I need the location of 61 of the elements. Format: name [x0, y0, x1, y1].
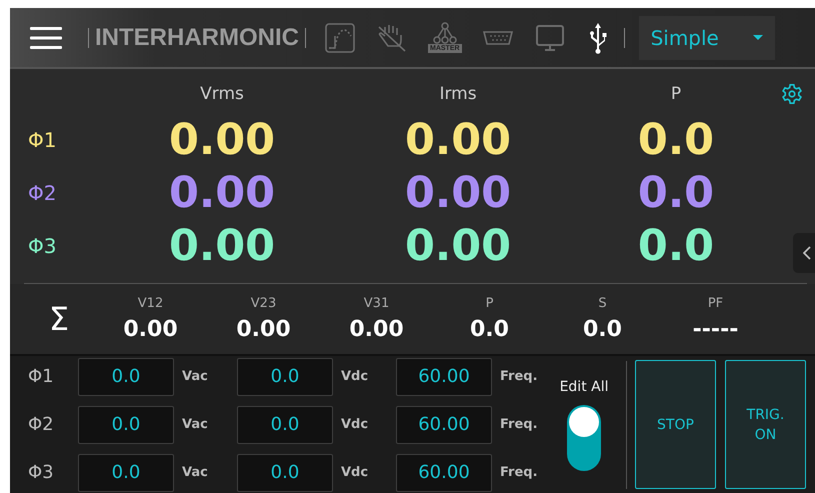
- value-field[interactable]: 60.00: [396, 406, 492, 444]
- toggle-switch[interactable]: [567, 404, 602, 470]
- reading-value: 0.00: [404, 114, 512, 166]
- summary-value: 0.00: [123, 317, 178, 342]
- reading-value: 0.0: [636, 220, 716, 272]
- phase-label: Φ2: [27, 414, 55, 435]
- summary-label: V31: [364, 296, 390, 311]
- reading-value: 0.00: [168, 114, 276, 166]
- value-field[interactable]: 0.0: [237, 406, 333, 444]
- summary-value: 0.0: [583, 317, 622, 342]
- value-field[interactable]: 0.0: [78, 358, 174, 396]
- reading-value: 0.00: [404, 166, 512, 218]
- unit-label: Vdc: [340, 465, 370, 480]
- phase-label: Φ3: [27, 234, 58, 258]
- action-button[interactable]: STOP: [635, 360, 716, 489]
- settings-icon[interactable]: [781, 83, 803, 105]
- summary-value: 0.0: [470, 317, 509, 342]
- summary-value: -----: [692, 317, 738, 342]
- sigma-symbol: Σ: [48, 300, 70, 338]
- side-panel-tab[interactable]: [793, 233, 815, 273]
- value-field[interactable]: 0.0: [78, 454, 174, 492]
- column-header: P: [670, 84, 682, 104]
- unit-label: Freq.: [499, 465, 539, 480]
- summary-label: P: [486, 296, 494, 311]
- phase-label: Φ1: [27, 128, 58, 152]
- phase-label: Φ3: [27, 462, 55, 483]
- phase-label: Φ1: [27, 366, 55, 387]
- phase-label: Φ2: [27, 180, 58, 204]
- summary-label: V12: [138, 296, 164, 311]
- value-field[interactable]: 0.0: [237, 358, 333, 396]
- reading-value: 0.0: [636, 114, 716, 166]
- edit-all-label: Edit All: [560, 378, 608, 394]
- chevron-left-icon: [803, 246, 811, 260]
- value-field[interactable]: 0.0: [78, 406, 174, 444]
- column-header: Irms: [438, 84, 478, 104]
- reading-value: 0.00: [404, 220, 512, 272]
- caret-icon: [752, 35, 763, 40]
- summary-label: PF: [708, 296, 724, 311]
- reading-value: 0.00: [168, 166, 276, 218]
- reading-value: 0.00: [168, 220, 276, 272]
- unit-label: Vac: [181, 369, 209, 384]
- value-field[interactable]: 60.00: [396, 358, 492, 396]
- unit-label: Vac: [181, 417, 209, 432]
- summary-value: 0.00: [349, 317, 404, 342]
- summary-value: 0.00: [236, 317, 291, 342]
- reading-value: 0.0: [636, 166, 716, 218]
- unit-label: Vdc: [340, 417, 370, 432]
- summary-label: V23: [250, 296, 276, 311]
- unit-label: Freq.: [499, 417, 539, 432]
- action-button[interactable]: TRIG. ON: [725, 360, 806, 489]
- value-field[interactable]: 0.0: [237, 454, 333, 492]
- unit-label: Vdc: [340, 369, 370, 384]
- mode-dropdown[interactable]: Simple: [638, 16, 775, 60]
- curve-chart-icon[interactable]: [324, 22, 356, 54]
- unit-label: Freq.: [499, 369, 539, 384]
- app-title: INTERHARMONIC: [95, 24, 299, 52]
- column-header: Vrms: [199, 84, 245, 104]
- menu-icon[interactable]: [30, 26, 62, 48]
- unit-label: Vac: [181, 465, 209, 480]
- summary-label: S: [598, 296, 607, 311]
- value-field[interactable]: 60.00: [396, 454, 492, 492]
